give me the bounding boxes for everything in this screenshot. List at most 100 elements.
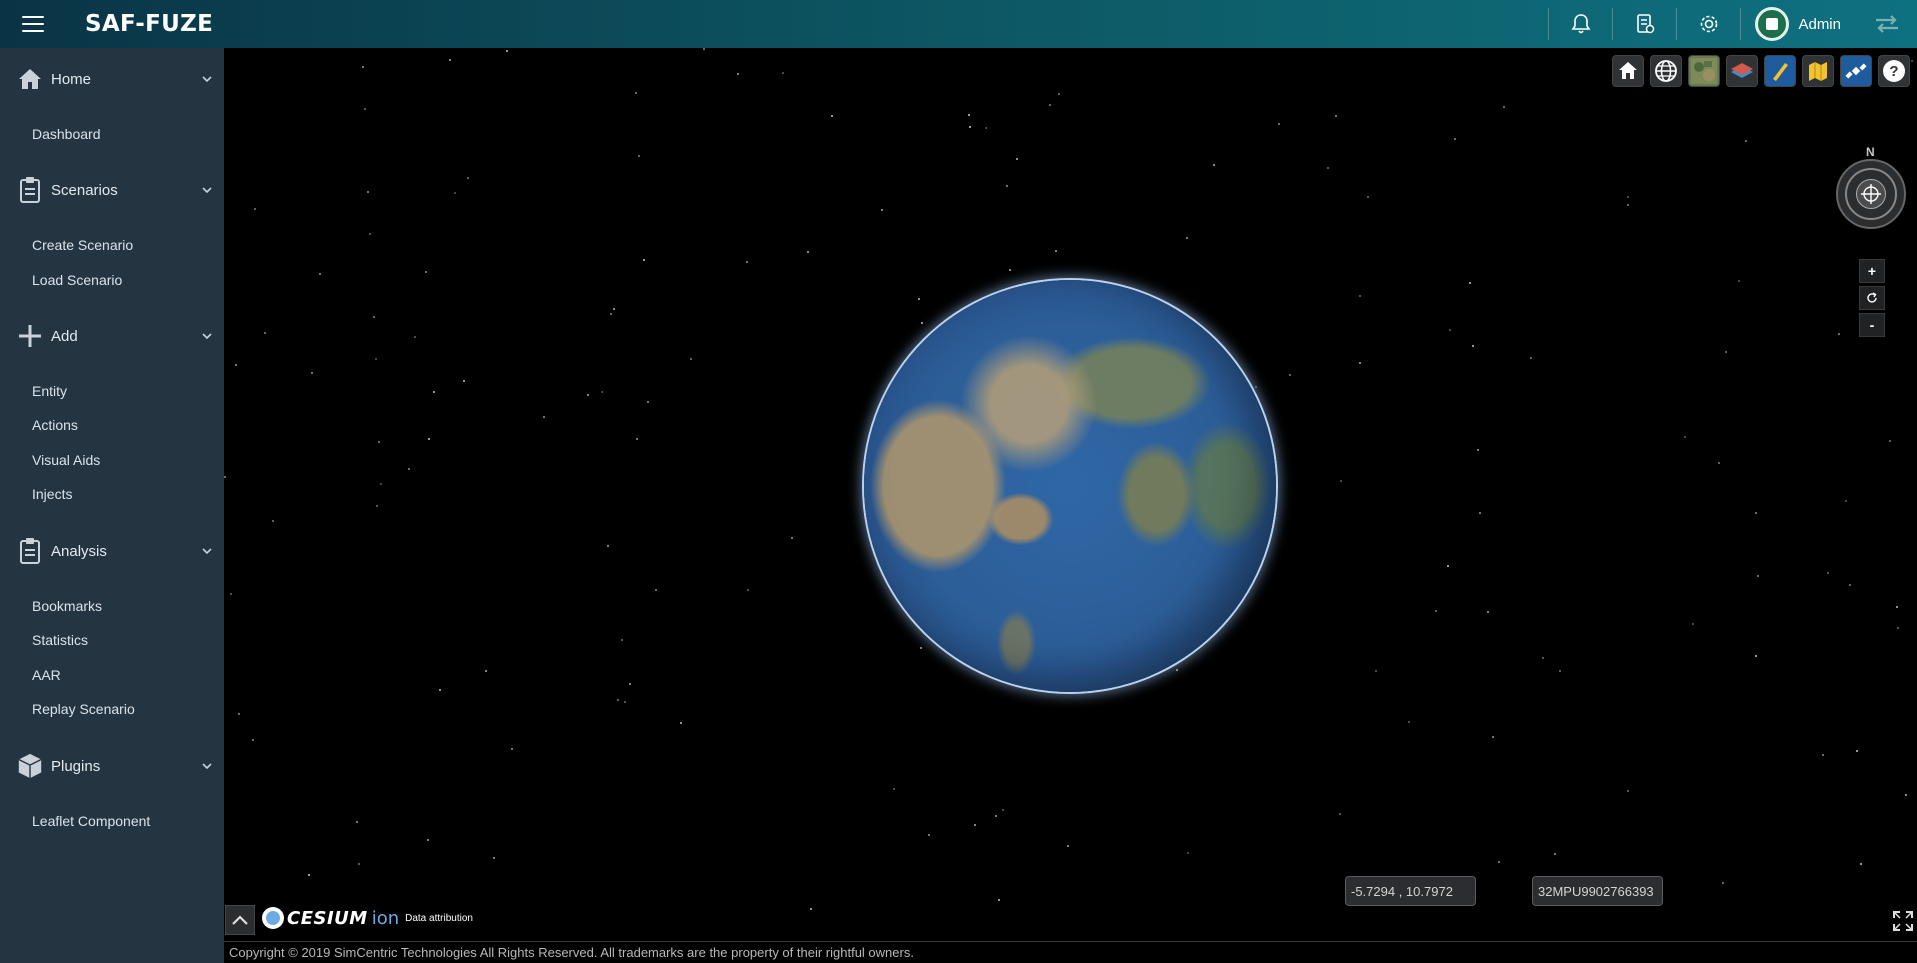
star <box>427 839 429 841</box>
star <box>1408 721 1410 723</box>
sidebar-item-load-scenario[interactable]: Load Scenario <box>32 272 122 288</box>
compass[interactable] <box>1836 159 1906 229</box>
zoom-in-button[interactable]: + <box>1859 259 1885 283</box>
star <box>449 59 451 61</box>
star <box>635 92 637 94</box>
top-actions: Admin <box>1548 0 1917 48</box>
star <box>356 821 358 823</box>
sidebar-item-entity[interactable]: Entity <box>32 383 67 399</box>
satellite-icon[interactable] <box>1840 55 1872 87</box>
sidebar-item-leaflet-component[interactable]: Leaflet Component <box>32 813 150 829</box>
star <box>985 127 987 129</box>
globe-viewport[interactable] <box>224 48 1917 941</box>
menu-icon[interactable] <box>22 16 44 32</box>
star <box>238 713 240 715</box>
star <box>224 476 226 478</box>
help-icon[interactable]: ? <box>1878 55 1910 87</box>
star <box>918 298 920 300</box>
star <box>1905 794 1907 796</box>
star <box>1049 104 1051 106</box>
star <box>1554 853 1556 855</box>
star <box>1213 164 1215 166</box>
measure-icon[interactable] <box>1764 55 1796 87</box>
chevron-up-icon[interactable] <box>225 905 255 935</box>
swap-icon[interactable] <box>1857 0 1917 48</box>
sidebar-section-plugins[interactable]: Plugins <box>0 748 224 784</box>
data-attribution-link[interactable]: Data attribution <box>405 913 473 924</box>
bell-icon[interactable] <box>1549 0 1612 48</box>
star <box>425 271 427 273</box>
zoom-controls: + - <box>1859 259 1885 340</box>
user-menu[interactable]: Admin <box>1741 0 1857 48</box>
fullscreen-icon[interactable] <box>1892 910 1914 932</box>
earth-globe[interactable] <box>864 280 1276 692</box>
star <box>1187 852 1189 854</box>
sidebar-item-dashboard[interactable]: Dashboard <box>32 126 101 142</box>
star <box>1278 123 1280 125</box>
report-icon[interactable] <box>1613 0 1676 48</box>
sidebar-item-aar[interactable]: AAR <box>32 667 61 683</box>
sidebar-section-scenarios[interactable]: Scenarios <box>0 172 224 208</box>
star <box>1838 333 1840 335</box>
star <box>1479 512 1481 514</box>
refresh-icon[interactable] <box>1859 286 1885 310</box>
star <box>1255 386 1257 388</box>
star <box>782 72 784 74</box>
star <box>655 589 657 591</box>
star <box>378 441 380 443</box>
star <box>230 593 232 595</box>
chevron-down-icon <box>202 333 212 340</box>
cesium-logo[interactable]: CESIUM ion Data attribution <box>262 907 473 929</box>
sidebar-item-visual-aids[interactable]: Visual Aids <box>32 452 100 468</box>
star <box>264 332 266 334</box>
star <box>1492 736 1494 738</box>
map-icon[interactable] <box>1802 55 1834 87</box>
star <box>617 699 619 701</box>
star <box>463 380 465 382</box>
star <box>408 468 410 470</box>
star <box>511 748 513 750</box>
sidebar-item-replay-scenario[interactable]: Replay Scenario <box>32 701 135 717</box>
star <box>1006 185 1008 187</box>
star <box>746 261 748 263</box>
star <box>1822 754 1824 756</box>
star <box>624 701 626 703</box>
star <box>1359 362 1361 364</box>
plus-icon <box>16 322 44 350</box>
star <box>1339 813 1341 815</box>
gear-icon[interactable] <box>1677 0 1740 48</box>
sidebar-item-actions[interactable]: Actions <box>32 417 78 433</box>
star <box>643 259 645 261</box>
star <box>1530 357 1532 359</box>
star <box>1827 572 1829 574</box>
sidebar-item-create-scenario[interactable]: Create Scenario <box>32 237 133 253</box>
star <box>376 505 378 507</box>
layers-icon[interactable] <box>1726 55 1758 87</box>
home-view-icon[interactable] <box>1612 55 1644 87</box>
star <box>1009 269 1011 271</box>
globe-icon[interactable] <box>1650 55 1682 87</box>
zoom-out-button[interactable]: - <box>1859 313 1885 337</box>
sidebar-section-analysis[interactable]: Analysis <box>0 533 224 569</box>
star <box>1860 863 1862 865</box>
sidebar-section-home[interactable]: Home <box>0 61 224 97</box>
sidebar-item-statistics[interactable]: Statistics <box>32 632 88 648</box>
sidebar-section-add[interactable]: Add <box>0 318 224 354</box>
star <box>493 857 495 859</box>
star <box>647 401 649 403</box>
star <box>995 815 997 817</box>
star <box>1896 606 1898 608</box>
sidebar-item-injects[interactable]: Injects <box>32 486 72 502</box>
chevron-down-icon <box>202 548 212 555</box>
sidebar-section-label: Scenarios <box>51 181 118 199</box>
star <box>1447 565 1449 567</box>
star <box>1055 250 1057 252</box>
star <box>252 739 254 741</box>
star <box>1757 575 1759 577</box>
sidebar-item-bookmarks[interactable]: Bookmarks <box>32 598 102 614</box>
star <box>1627 196 1629 198</box>
imagery-icon[interactable] <box>1688 55 1720 87</box>
star <box>362 66 364 68</box>
clipboard-icon <box>16 176 44 204</box>
star <box>414 336 416 338</box>
